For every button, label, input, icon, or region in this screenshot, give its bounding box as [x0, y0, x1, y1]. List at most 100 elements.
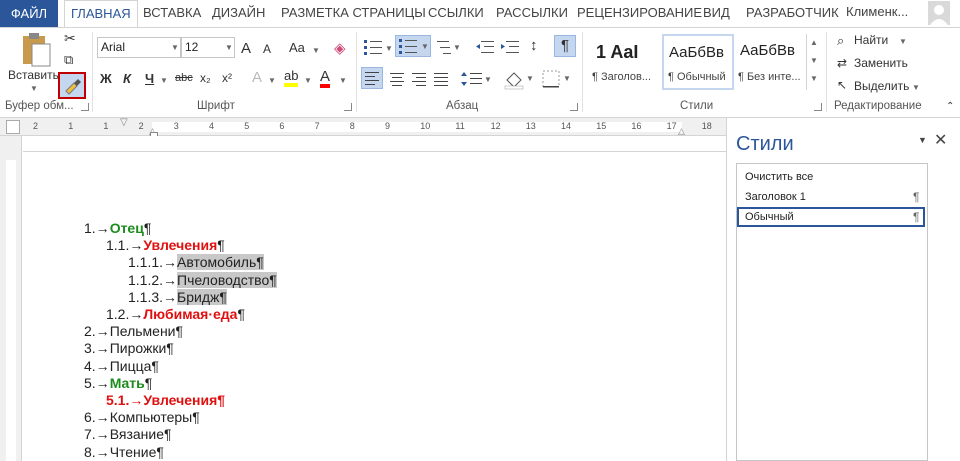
select-dropdown-icon[interactable]: ▼ — [912, 83, 920, 92]
tab-insert[interactable]: ВСТАВКА — [143, 4, 201, 24]
change-case-dropdown-icon[interactable]: ▼ — [312, 46, 320, 55]
decrease-indent-icon[interactable] — [475, 38, 495, 56]
tab-review[interactable]: РЕЦЕНЗИРОВАНИЕ — [577, 4, 702, 24]
tab-mailings[interactable]: РАССЫЛКИ — [496, 4, 568, 24]
shrink-font-button[interactable]: A — [263, 42, 271, 56]
more-styles-icon[interactable]: ▼ — [810, 74, 818, 83]
highlight-dropdown-icon[interactable]: ▼ — [304, 76, 312, 85]
cut-icon[interactable]: ✂ — [64, 30, 76, 47]
list-item[interactable]: 5.1.→Увлечения¶ — [106, 392, 225, 408]
tab-design[interactable]: ДИЗАЙН — [212, 4, 265, 24]
superscript-button[interactable]: x² — [222, 71, 232, 85]
select-icon[interactable]: ↖ — [837, 78, 847, 92]
grow-font-button[interactable]: A — [241, 40, 251, 57]
shading-icon[interactable]: ▼ — [503, 68, 535, 90]
strikethrough-button[interactable]: abc — [175, 72, 193, 84]
font-name-field[interactable]: Arial — [97, 37, 181, 58]
scroll-down-icon[interactable]: ▼ — [810, 56, 818, 65]
paste-dropdown-icon[interactable]: ▼ — [30, 84, 38, 93]
justify-icon[interactable] — [431, 69, 451, 89]
account-name[interactable]: Клименк... — [846, 4, 908, 19]
style-item-clear-all[interactable]: Очистить все — [745, 171, 813, 183]
font-color-button[interactable]: A — [320, 69, 331, 88]
avatar[interactable] — [928, 1, 950, 25]
list-item[interactable]: 1.→Отец¶ — [84, 220, 151, 236]
tab-selector[interactable] — [6, 120, 20, 134]
align-left-button[interactable] — [361, 67, 383, 89]
style-heading1[interactable]: 1 AaI ¶ Заголов... — [588, 34, 660, 90]
tab-developer[interactable]: РАЗРАБОТЧИК — [746, 4, 839, 24]
list-item[interactable]: 8.→Чтение¶ — [84, 444, 164, 460]
list-item[interactable]: 1.2.→Любимая·еда¶ — [106, 306, 245, 322]
list-item[interactable]: 5.→Мать¶ — [84, 375, 152, 391]
list-item[interactable]: 1.1.3.→Бридж¶ — [128, 288, 227, 305]
highlight-button[interactable]: ab — [284, 69, 299, 87]
list-item[interactable]: 1.1.→Увлечения¶ — [106, 237, 225, 253]
copy-icon[interactable]: ⧉ — [64, 52, 73, 68]
style-item-normal[interactable]: Обычный — [745, 211, 794, 223]
find-dropdown-icon[interactable]: ▼ — [899, 37, 907, 46]
style-no-spacing[interactable]: АаБбВв ¶ Без инте... — [736, 34, 806, 90]
align-right-icon[interactable] — [409, 69, 429, 89]
replace-button[interactable]: Заменить — [854, 56, 908, 70]
bullets-icon[interactable] — [363, 38, 383, 56]
replace-icon[interactable]: ⇄ — [837, 56, 847, 70]
ruler-tick-label: 2 — [138, 121, 144, 131]
styles-gallery-scroll[interactable]: ▲ ▼ ▼ — [806, 34, 820, 90]
pane-options-icon[interactable]: ▼ — [918, 135, 927, 145]
change-case-button[interactable]: Aa — [289, 40, 305, 55]
list-item[interactable]: 4.→Пицца¶ — [84, 358, 159, 374]
font-size-dropdown-icon[interactable]: ▼ — [225, 43, 233, 52]
font-launcher-icon[interactable] — [344, 103, 352, 111]
underline-button[interactable]: Ч — [145, 71, 154, 86]
editing-group-label: Редактирование — [834, 100, 922, 112]
tab-references[interactable]: ССЫЛКИ — [428, 4, 484, 24]
find-icon[interactable]: ⌕ — [837, 33, 844, 49]
text-effects-dropdown-icon[interactable]: ▼ — [268, 76, 276, 85]
text-effects-button[interactable]: A — [252, 69, 262, 86]
paragraph-mark: ¶ — [237, 306, 245, 322]
ruler-tick-label: 5 — [244, 121, 250, 131]
select-button[interactable]: Выделить — [854, 79, 909, 93]
style-item-heading1[interactable]: Заголовок 1 — [745, 191, 806, 203]
borders-icon[interactable]: ▼ — [540, 68, 572, 90]
line-spacing-icon[interactable]: ▼ — [461, 69, 491, 89]
sort-button[interactable]: ↕ — [530, 37, 538, 54]
italic-button[interactable]: К — [123, 71, 131, 86]
bullets-dropdown-icon[interactable]: ▼ — [385, 44, 393, 53]
clipboard-launcher-icon[interactable] — [81, 103, 89, 111]
scroll-up-icon[interactable]: ▲ — [810, 38, 818, 47]
numbering-button[interactable]: ▼ — [395, 35, 431, 57]
clear-format-icon[interactable]: ◈ — [334, 39, 346, 57]
font-color-dropdown-icon[interactable]: ▼ — [339, 76, 347, 85]
list-item[interactable]: 3.→Пирожки¶ — [84, 340, 174, 356]
increase-indent-icon[interactable] — [500, 38, 520, 56]
style-normal[interactable]: АаБбВв ¶ Обычный — [662, 34, 734, 90]
tab-home[interactable]: ГЛАВНАЯ — [64, 0, 138, 27]
close-icon[interactable]: ✕ — [934, 130, 947, 150]
underline-dropdown-icon[interactable]: ▼ — [160, 76, 168, 85]
font-name-dropdown-icon[interactable]: ▼ — [171, 43, 179, 52]
multilevel-list-icon[interactable]: ▼ — [436, 38, 462, 56]
paragraph-launcher-icon[interactable] — [570, 103, 578, 111]
list-item[interactable]: 1.1.2.→Пчеловодство¶ — [128, 271, 277, 288]
list-item[interactable]: 1.1.1.→Автомобиль¶ — [128, 254, 264, 271]
styles-launcher-icon[interactable] — [814, 103, 822, 111]
list-item[interactable]: 6.→Компьютеры¶ — [84, 409, 200, 425]
paste-button[interactable] — [20, 32, 52, 71]
find-button[interactable]: Найти — [854, 33, 888, 47]
list-item[interactable]: 7.→Вязание¶ — [84, 426, 172, 442]
format-painter-button[interactable] — [58, 72, 86, 99]
ruler-tick-label: 1 — [68, 121, 74, 131]
show-marks-button[interactable]: ¶ — [554, 35, 576, 57]
subscript-button[interactable]: x₂ — [200, 71, 211, 85]
tab-view[interactable]: ВИД — [703, 4, 730, 24]
tab-page-layout[interactable]: РАЗМЕТКА СТРАНИЦЫ — [281, 4, 426, 24]
collapse-ribbon-icon[interactable]: ⌃ — [946, 101, 954, 112]
paste-label[interactable]: Вставить — [8, 68, 59, 82]
tab-file[interactable]: ФАЙЛ — [0, 0, 58, 27]
list-item[interactable]: 2.→Пельмени¶ — [84, 323, 183, 339]
align-center-icon[interactable] — [387, 69, 407, 89]
first-line-indent-icon[interactable]: ▽ — [120, 117, 128, 128]
bold-button[interactable]: Ж — [100, 71, 112, 86]
